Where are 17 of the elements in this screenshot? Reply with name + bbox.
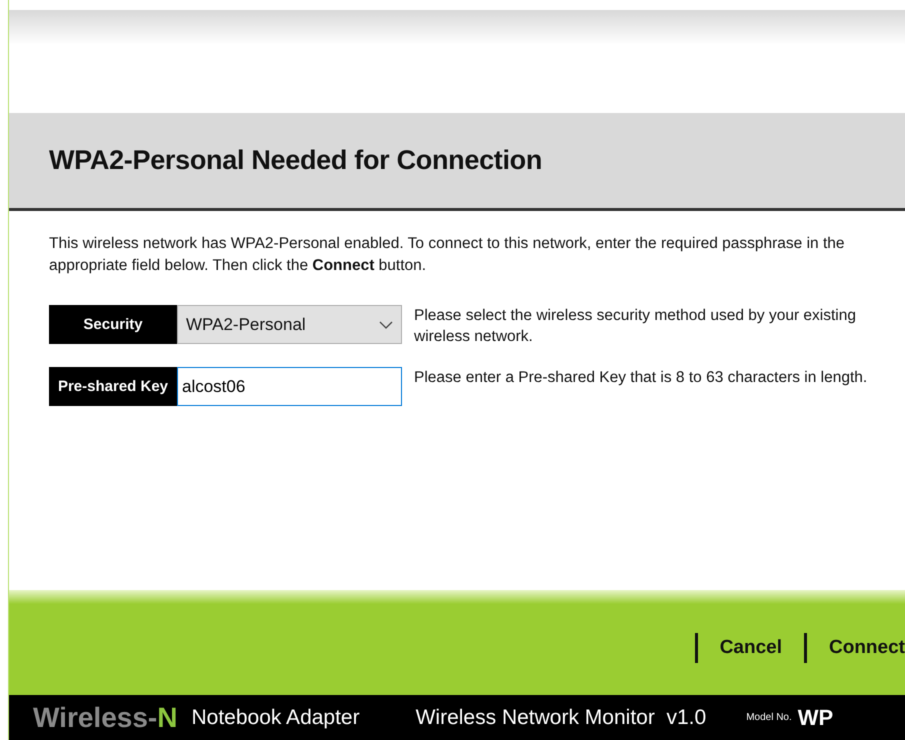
help-text: Please select the wireless security method used by your existing wireless network. (414, 306, 857, 347)
security-dropdown[interactable]: WPA2-Personal (177, 305, 402, 344)
help-text: Please enter a Pre-shared Key that is 8 to 63 characters in length. (414, 368, 868, 388)
model-label: Model No. (746, 712, 792, 723)
dialog-title: WPA2-Personal Needed for Connection (49, 145, 542, 176)
dialog-button[interactable]: Connect (804, 632, 905, 662)
brand-suffix: N (157, 702, 178, 734)
brand-text: Wireless- (33, 702, 158, 734)
app-name: Wireless Network Monitor v1.0 (416, 706, 706, 730)
field-label: Pre-shared Key (49, 367, 177, 406)
field-label: Security (49, 305, 177, 344)
chevron-down-icon (379, 320, 393, 328)
product-name: Notebook Adapter (191, 706, 360, 730)
dialog-button[interactable]: Cancel (694, 632, 782, 662)
model-number: WP (798, 704, 834, 730)
description-text: This wireless network has WPA2-Personal enabled. To connect to this network, enter the required passphrase in the appropriate field below. Then click the Connect button. (49, 234, 846, 276)
key-input-field[interactable]: alcost06 (177, 367, 402, 406)
